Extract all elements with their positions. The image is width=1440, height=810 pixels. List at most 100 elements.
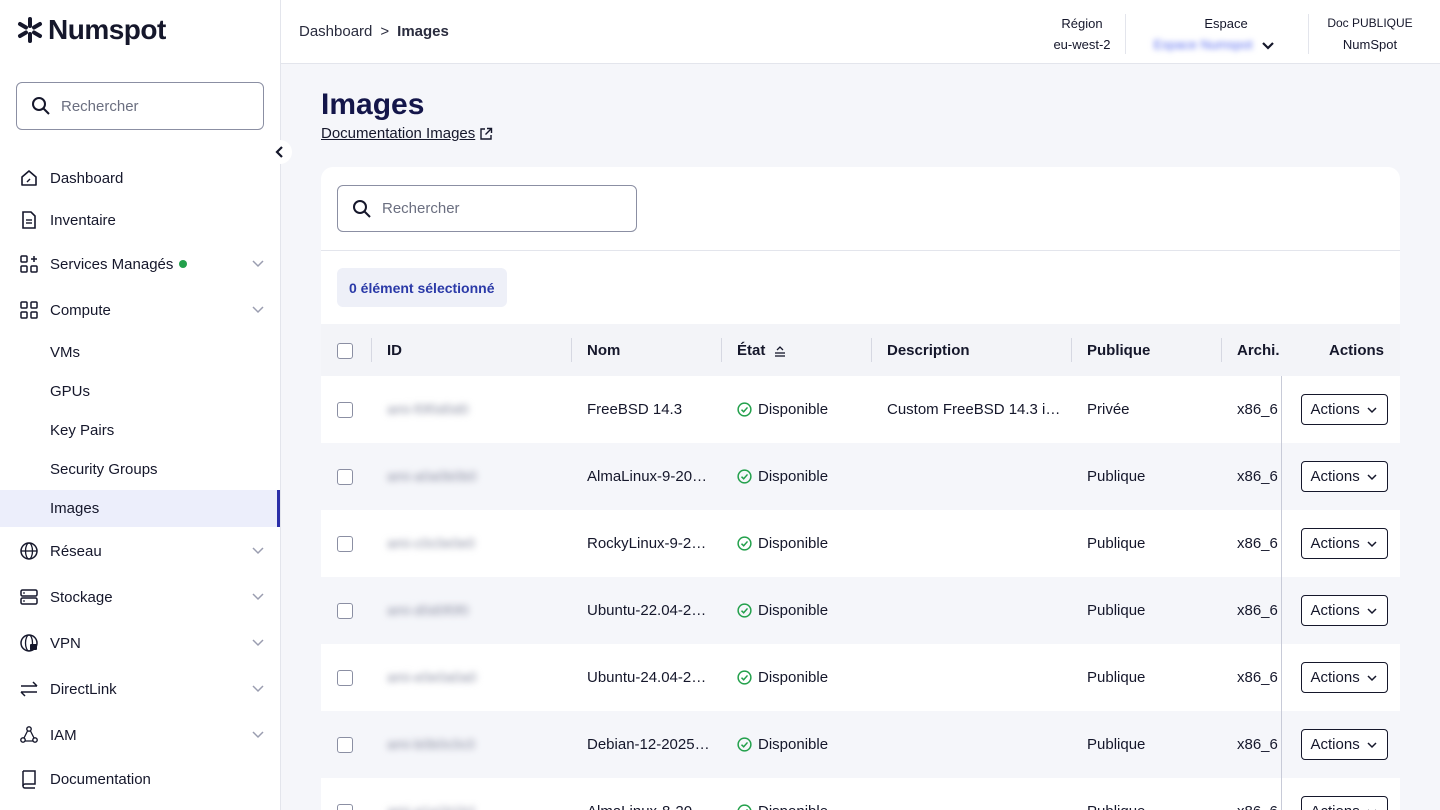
chevron-left-icon: [275, 146, 283, 158]
images-card: Rechercher 0 élément sélectionné ID Nom …: [321, 167, 1400, 810]
image-public-cell: Publique: [1071, 443, 1221, 510]
row-select-cell: [321, 577, 371, 644]
sidebar-item-iam[interactable]: IAM: [18, 720, 268, 750]
row-checkbox[interactable]: [337, 402, 353, 419]
sidebar-item-gpus[interactable]: GPUs: [50, 383, 90, 400]
table-row[interactable]: ami-b0b0c0c0 Debian-12-2025… Disponible …: [321, 711, 1400, 778]
sidebar-item-stockage[interactable]: Stockage: [18, 582, 268, 612]
doc-link-label: Documentation Images: [321, 125, 476, 142]
region-selector[interactable]: Région eu-west-2: [1045, 14, 1119, 54]
image-state: Disponible: [758, 602, 829, 619]
sidebar-item-dashboard[interactable]: Dashboard: [18, 163, 268, 193]
row-checkbox[interactable]: [337, 536, 353, 553]
sidebar-item-vms[interactable]: VMs: [50, 344, 80, 361]
image-state: Disponible: [758, 736, 829, 753]
numspot-logo[interactable]: Numspot: [16, 14, 166, 46]
sidebar-item-services-manages[interactable]: Services Managés: [18, 249, 268, 279]
collapse-sidebar-button[interactable]: [268, 140, 292, 164]
image-visibility: Publique: [1087, 468, 1146, 485]
actions-label: Actions: [1310, 669, 1360, 686]
column-header-nom[interactable]: Nom: [571, 324, 721, 376]
image-visibility: Privée: [1087, 401, 1130, 418]
brand-name: Numspot: [48, 14, 166, 45]
row-actions-button[interactable]: Actions: [1300, 796, 1388, 810]
search-icon: [353, 199, 371, 218]
external-link-icon: [480, 127, 493, 140]
table-row[interactable]: ami-a1a1b1b1 AlmaLinux-8-20… Disponible …: [321, 778, 1400, 810]
row-actions-button[interactable]: Actions: [1300, 394, 1388, 425]
chevron-down-icon: [1367, 540, 1377, 547]
check-circle-icon: [737, 536, 752, 551]
row-actions-button[interactable]: Actions: [1300, 461, 1388, 492]
book-icon: [18, 768, 40, 790]
image-id-cell: ami-c0c0e0e0: [371, 510, 571, 577]
users-network-icon: [18, 724, 40, 746]
table-row[interactable]: ami-f0f0d0d0 FreeBSD 14.3 Disponible Cus…: [321, 376, 1400, 443]
image-architecture: x86_6: [1237, 535, 1278, 552]
sidebar-search-input[interactable]: Rechercher: [16, 82, 264, 130]
image-archi-cell: x86_6: [1221, 644, 1282, 711]
image-name: AlmaLinux-8-20…: [587, 803, 707, 810]
chevron-down-icon: [1367, 406, 1377, 413]
image-id: ami-a1a1b1b1: [387, 803, 477, 810]
image-archi-cell: x86_6: [1221, 376, 1282, 443]
sidebar-item-inventaire[interactable]: Inventaire: [18, 205, 268, 235]
sidebar-item-label: DirectLink: [50, 680, 117, 698]
top-bar: Dashboard > Images Région eu-west-2 Espa…: [281, 0, 1440, 64]
image-state-cell: Disponible: [721, 644, 871, 711]
table-row[interactable]: ami-d0d0f0f0 Ubuntu-22.04-2… Disponible …: [321, 577, 1400, 644]
row-checkbox[interactable]: [337, 804, 353, 810]
image-visibility: Publique: [1087, 803, 1145, 810]
image-id-cell: ami-b0b0c0c0: [371, 711, 571, 778]
column-header-id[interactable]: ID: [371, 324, 571, 376]
image-archi-cell: x86_6: [1221, 577, 1282, 644]
images-search-input[interactable]: Rechercher: [337, 185, 637, 232]
column-header-etat[interactable]: État: [721, 324, 871, 376]
row-select-cell: [321, 644, 371, 711]
image-name: AlmaLinux-9-20…: [587, 468, 708, 485]
sidebar-item-images[interactable]: Images: [50, 500, 99, 517]
grid-plus-icon: [18, 253, 40, 275]
documentation-images-link[interactable]: Documentation Images: [321, 125, 493, 142]
doc-org-selector[interactable]: Doc PUBLIQUE NumSpot: [1321, 14, 1419, 54]
column-header-description[interactable]: Description: [871, 324, 1071, 376]
row-actions-cell: Actions: [1281, 644, 1400, 711]
row-checkbox[interactable]: [337, 670, 353, 687]
row-actions-button[interactable]: Actions: [1300, 595, 1388, 626]
sidebar-item-directlink[interactable]: DirectLink: [18, 674, 268, 704]
sidebar-item-reseau[interactable]: Réseau: [18, 536, 268, 566]
image-description-cell: [871, 443, 1071, 510]
table-row[interactable]: ami-c0c0e0e0 RockyLinux-9-2… Disponible …: [321, 510, 1400, 577]
header-divider: [1125, 14, 1126, 54]
doc-label: Doc PUBLIQUE: [1327, 16, 1413, 30]
row-checkbox[interactable]: [337, 603, 353, 620]
sidebar-item-compute[interactable]: Compute: [18, 295, 268, 325]
row-actions-cell: Actions: [1281, 577, 1400, 644]
image-name-cell: Debian-12-2025…: [571, 711, 721, 778]
check-circle-icon: [737, 804, 752, 810]
row-actions-button[interactable]: Actions: [1300, 729, 1388, 760]
row-actions-cell: Actions: [1281, 376, 1400, 443]
globe-lock-icon: [18, 632, 40, 654]
row-checkbox[interactable]: [337, 737, 353, 754]
space-selector[interactable]: Espace Espace Numspot: [1139, 14, 1289, 54]
images-search-placeholder: Rechercher: [382, 200, 460, 217]
column-header-archi[interactable]: Archi.: [1221, 324, 1281, 376]
sidebar-item-security-groups[interactable]: Security Groups: [50, 461, 158, 478]
image-state-cell: Disponible: [721, 778, 871, 810]
row-checkbox[interactable]: [337, 469, 353, 486]
sidebar-item-documentation[interactable]: Documentation: [18, 764, 268, 794]
select-all-checkbox[interactable]: [337, 342, 353, 359]
row-actions-button[interactable]: Actions: [1300, 662, 1388, 693]
sidebar-item-label: Documentation: [50, 770, 151, 788]
sidebar-item-vpn[interactable]: VPN: [18, 628, 268, 658]
breadcrumb-dashboard[interactable]: Dashboard: [299, 23, 372, 40]
sidebar-item-key-pairs[interactable]: Key Pairs: [50, 422, 114, 439]
column-header-publique[interactable]: Publique: [1071, 324, 1221, 376]
row-actions-button[interactable]: Actions: [1300, 528, 1388, 559]
row-select-cell: [321, 443, 371, 510]
image-public-cell: Publique: [1071, 577, 1221, 644]
table-row[interactable]: ami-a0a0b0b0 AlmaLinux-9-20… Disponible …: [321, 443, 1400, 510]
table-row[interactable]: ami-e0e0a0a0 Ubuntu-24.04-2… Disponible …: [321, 644, 1400, 711]
sidebar: Numspot Rechercher Dashboard Inventaire …: [0, 0, 292, 810]
